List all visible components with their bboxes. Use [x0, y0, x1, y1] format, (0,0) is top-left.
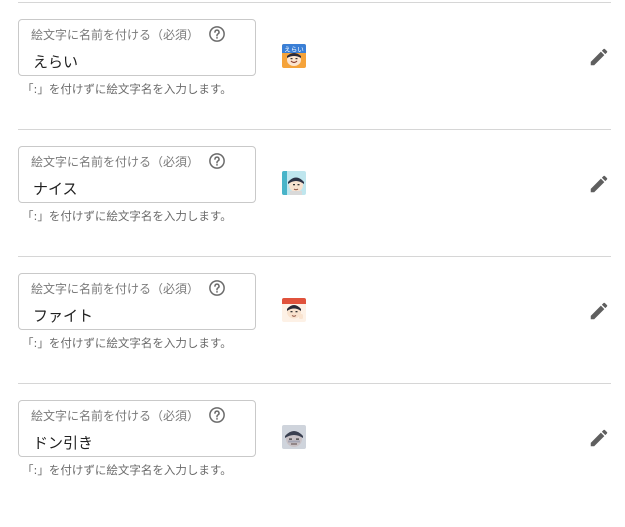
emoji-preview-image [282, 298, 306, 322]
emoji-name-input[interactable]: ファイト [33, 305, 93, 326]
emoji-name-input[interactable]: えらい [33, 51, 78, 72]
help-circle-icon[interactable] [208, 152, 226, 170]
emoji-preview-image [282, 171, 306, 195]
emoji-name-field[interactable]: 絵文字に名前を付ける（必須） ファイト [18, 273, 256, 330]
emoji-name-hint: 「:」を付けずに絵文字名を入力します。 [22, 82, 232, 96]
pencil-icon[interactable] [588, 300, 610, 322]
emoji-name-label: 絵文字に名前を付ける（必須） [31, 409, 200, 423]
emoji-badge-text: えらい [284, 46, 304, 54]
help-circle-icon[interactable] [208, 406, 226, 424]
emoji-name-hint: 「:」を付けずに絵文字名を入力します。 [22, 463, 232, 477]
emoji-name-input[interactable]: ナイス [33, 178, 78, 199]
emoji-preview-image: えらい [282, 44, 306, 68]
emoji-name-field[interactable]: 絵文字に名前を付ける（必須） ナイス [18, 146, 256, 203]
row-divider [18, 129, 611, 130]
help-circle-icon[interactable] [208, 279, 226, 297]
emoji-row: 絵文字に名前を付ける（必須） えらい 「:」を付けずに絵文字名を入力します。 え… [0, 19, 625, 146]
emoji-preview-image [282, 425, 306, 449]
emoji-name-label: 絵文字に名前を付ける（必須） [31, 28, 200, 42]
emoji-name-field[interactable]: 絵文字に名前を付ける（必須） えらい [18, 19, 256, 76]
row-divider [18, 383, 611, 384]
emoji-name-label: 絵文字に名前を付ける（必須） [31, 282, 200, 296]
pencil-icon[interactable] [588, 173, 610, 195]
pencil-icon[interactable] [588, 427, 610, 449]
emoji-name-field[interactable]: 絵文字に名前を付ける（必須） ドン引き [18, 400, 256, 457]
emoji-row: 絵文字に名前を付ける（必須） ドン引き 「:」を付けずに絵文字名を入力します。 [0, 400, 625, 527]
emoji-name-hint: 「:」を付けずに絵文字名を入力します。 [22, 336, 232, 350]
row-divider [18, 2, 611, 3]
emoji-name-hint: 「:」を付けずに絵文字名を入力します。 [22, 209, 232, 223]
help-circle-icon[interactable] [208, 25, 226, 43]
emoji-name-label: 絵文字に名前を付ける（必須） [31, 155, 200, 169]
emoji-row: 絵文字に名前を付ける（必須） ナイス 「:」を付けずに絵文字名を入力します。 [0, 146, 625, 273]
row-divider [18, 256, 611, 257]
emoji-row: 絵文字に名前を付ける（必須） ファイト 「:」を付けずに絵文字名を入力します。 [0, 273, 625, 400]
emoji-name-input[interactable]: ドン引き [33, 432, 93, 453]
pencil-icon[interactable] [588, 46, 610, 68]
